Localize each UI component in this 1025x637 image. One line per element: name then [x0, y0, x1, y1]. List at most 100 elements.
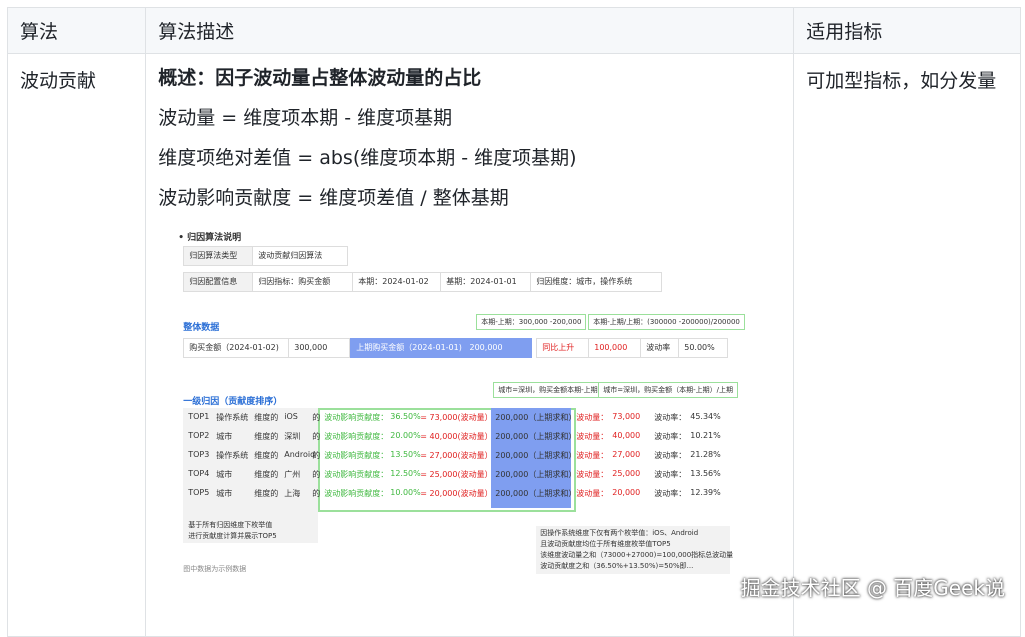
rate-label: 波动率：	[654, 451, 687, 460]
dimension-suffix: 的	[312, 432, 321, 441]
rate-label: 波动率：	[654, 489, 687, 498]
dimension-item: iOS	[284, 412, 298, 421]
wave-value: 20,000	[612, 488, 641, 497]
yoy-value: 100,000	[588, 338, 645, 358]
algorithm-table: 算法 算法描述 适用指标 波动贡献 概述：因子波动量占整体波动量的占比 波动量 …	[6, 7, 1021, 637]
rank-label: TOP5	[188, 488, 210, 497]
header-description: 算法描述	[145, 7, 795, 54]
base-sum: 200,000（上期求和）	[495, 489, 577, 498]
left-note-line: 进行贡献度计算并展示TOP5	[188, 532, 277, 540]
dimension-name: 操作系统	[216, 451, 249, 460]
right-note-line: 且波动贡献度均位于所有维度枚举值TOP5	[540, 540, 671, 548]
rate-value: 21.28%	[690, 450, 721, 459]
overall-base: 上期购买金额（2024-01-01) 200,000	[350, 338, 533, 358]
impact-percent: 20.00%	[390, 431, 421, 440]
yoy-label: 同比上升	[536, 338, 593, 358]
impact-equation: = 20,000(波动量）	[420, 489, 493, 498]
impact-label: 波动影响贡献度：	[324, 489, 389, 498]
wave-value: 40,000	[612, 431, 641, 440]
footnote: 图中数据为示例数据	[183, 565, 247, 573]
impact-label: 波动影响贡献度：	[324, 451, 389, 460]
rate-value: 13.56%	[690, 469, 721, 478]
base-sum: 200,000（上期求和）	[495, 451, 577, 460]
dimension-suffix: 的	[312, 489, 321, 498]
rate-value: 10.21%	[690, 431, 721, 440]
impact-equation: = 27,000(波动量）	[420, 451, 493, 460]
left-note-line: 基于所有归因维度下枚举值	[188, 521, 273, 529]
note-diff: 本期-上期：300,000 -200,000	[476, 314, 587, 330]
rank-label: TOP4	[188, 469, 210, 478]
rate-label: 波动率：	[654, 432, 687, 441]
wave-label: 波动量：	[576, 451, 609, 460]
wave-label: 波动量：	[576, 470, 609, 479]
config-current: 本期：2024-01-02	[352, 272, 445, 292]
config-metric: 归因指标：购买金额	[252, 272, 357, 292]
dimension-item: 上海	[284, 489, 301, 498]
rate-label: 波动率：	[654, 470, 687, 479]
impact-label: 波动影响贡献度：	[324, 413, 389, 422]
algo-type-label: 归因算法类型	[183, 246, 258, 266]
dimension-suffix: 的	[312, 413, 321, 422]
algorithm-name: 波动贡献	[6, 53, 147, 637]
wave-label: 波动量：	[576, 413, 609, 422]
note-city-rate: 城市=深圳，购买金额（本期-上期）/上期	[598, 382, 738, 398]
impact-percent: 10.00%	[390, 488, 421, 497]
dimension-suffix: 的	[312, 470, 321, 479]
right-note-line: 因操作系统维度下仅有两个枚举值：iOS、Android	[540, 529, 699, 537]
config-dims: 归因维度：城市，操作系统	[530, 272, 663, 292]
impact-equation: = 40,000(波动量）	[420, 432, 493, 441]
table-row: 波动贡献 概述：因子波动量占整体波动量的占比 波动量 = 维度项本期 - 维度项…	[6, 53, 1021, 637]
dimension-connector: 维度的	[254, 489, 279, 498]
config-label: 归因配置信息	[183, 272, 258, 292]
dimension-connector: 维度的	[254, 470, 279, 479]
rate-label: 波动率：	[654, 413, 687, 422]
impact-percent: 12.50%	[390, 469, 421, 478]
impact-percent: 36.50%	[390, 412, 421, 421]
config-base: 基期：2024-01-01	[440, 272, 535, 292]
rate-label: 波动率	[640, 338, 683, 358]
level1-title: 一级归因（贡献度排序）	[183, 397, 283, 407]
note-city-diff: 城市=深圳，购买金额本期-上期	[493, 382, 603, 398]
base-sum: 200,000（上期求和）	[495, 413, 577, 422]
impact-label: 波动影响贡献度：	[324, 470, 389, 479]
formula-line: 维度项绝对差值 = abs(维度项本期 - 维度项基期)	[158, 147, 577, 169]
right-note-line: 波动贡献度之和（36.50%+13.50%)=50%即...	[540, 562, 694, 570]
wave-value: 27,000	[612, 450, 641, 459]
algorithm-description: 概述：因子波动量占整体波动量的占比 波动量 = 维度项本期 - 维度项基期 维度…	[145, 53, 795, 637]
rank-label: TOP2	[188, 431, 210, 440]
algo-type-value: 波动贡献归因算法	[252, 246, 349, 266]
overview-line: 概述：因子波动量占整体波动量的占比	[158, 67, 482, 89]
dimension-name: 城市	[216, 432, 233, 441]
dimension-item: 深圳	[284, 432, 301, 441]
section-title: • 归因算法说明	[178, 233, 242, 243]
dimension-suffix: 的	[312, 451, 321, 460]
header-applicable: 适用指标	[793, 7, 1021, 54]
rate-value: 12.39%	[690, 488, 721, 497]
rank-label: TOP3	[188, 450, 210, 459]
base-sum: 200,000（上期求和）	[495, 432, 577, 441]
overall-title: 整体数据	[183, 323, 220, 333]
impact-equation: = 25,000(波动量）	[420, 470, 493, 479]
left-note: 基于所有归因维度下枚举值 进行贡献度计算并展示TOP5	[188, 520, 276, 542]
dimension-connector: 维度的	[254, 413, 279, 422]
impact-percent: 13.50%	[390, 450, 421, 459]
impact-equation: = 73,000(波动量）	[420, 413, 493, 422]
attribution-figure: • 归因算法说明 归因算法类型 波动贡献归因算法 归因配置信息 归因指标：购买金…	[158, 230, 745, 575]
dimension-name: 城市	[216, 470, 233, 479]
watermark: 掘金技术社区 @ 百度Geek说	[740, 576, 1005, 600]
note-rate: 本期-上期/上期：(300000 -200000)/200000	[588, 314, 745, 330]
wave-label: 波动量：	[576, 489, 609, 498]
wave-value: 25,000	[612, 469, 641, 478]
table-header-row: 算法 算法描述 适用指标	[6, 7, 1021, 54]
rate-value: 50.00%	[678, 338, 729, 358]
right-note-line: 该维度波动量之和（73000+27000)=100,000指标总波动量	[540, 551, 734, 559]
wave-value: 73,000	[612, 412, 641, 421]
dimension-connector: 维度的	[254, 432, 279, 441]
right-note: 因操作系统维度下仅有两个枚举值：iOS、Android 且波动贡献度均位于所有维…	[536, 526, 734, 574]
overall-label: 购买金额（2024-01-02)	[183, 338, 296, 358]
dimension-name: 城市	[216, 489, 233, 498]
applicable-metric: 可加型指标，如分发量	[793, 53, 1021, 637]
header-algorithm: 算法	[6, 7, 147, 54]
overall-value: 300,000	[288, 338, 351, 358]
rank-label: TOP1	[188, 412, 210, 421]
